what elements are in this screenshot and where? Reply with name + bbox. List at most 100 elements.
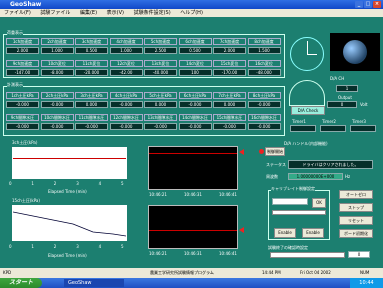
top_panel-label-1-5: 14ch変位 [178, 60, 212, 67]
globe-image [330, 33, 380, 71]
mid_panel-label-0-4: 5ch土圧kPa [144, 92, 177, 99]
mid_panel-label-0-2: 3ch土圧kPa [75, 92, 108, 99]
top_panel-label-0-0: 1ch加速度 [6, 38, 39, 45]
timer2-label: Timer2 [322, 119, 336, 124]
chart2ticks-4: 4 [98, 244, 102, 249]
mid_panel-label-0-0: 1ch土圧kPa [6, 92, 39, 99]
status-center: 農業工学研究所試験情報プログラム [150, 270, 214, 275]
minimize-button[interactable]: _ [355, 1, 363, 8]
window-title: GeoShaw [10, 1, 42, 8]
output-label: Output [338, 95, 352, 100]
timer3-label: Timer3 [352, 119, 366, 124]
top_panel-label-1-4: 13ch変位 [144, 60, 177, 67]
mid_panel-value-1-5: -0.000 [178, 123, 212, 130]
gauge-icon [289, 80, 325, 106]
scope1ticks-0: 10:46:21 [149, 192, 167, 197]
timer1-value [290, 125, 316, 132]
load-panel-title: 荷重表示 [7, 30, 23, 36]
chart2ticks-3: 3 [76, 244, 79, 249]
output-value[interactable]: 0 [327, 101, 357, 108]
taskbar-app[interactable]: GeoShaw [64, 279, 124, 287]
board-init-button[interactable]: ボード初期化 [339, 229, 373, 238]
chart1-title: 3ch土圧(kPa) [12, 140, 38, 145]
status-field: ドライバはクリアされました。 [288, 160, 373, 169]
scope1ticks-2: 10:46:41 [219, 192, 237, 197]
top_panel-value-1-4: -40.000 [144, 69, 177, 76]
mid_panel-label-0-7: 8ch土圧kPa [247, 92, 281, 99]
chart1ticks-0: 0 [9, 181, 12, 186]
enable-button-1[interactable]: Enable [274, 228, 296, 238]
timer2-value [320, 125, 346, 132]
mid_panel-value-0-4: 0.000 [144, 101, 177, 108]
top_panel-label-1-1: 10ch変位 [40, 60, 74, 67]
scope1 [148, 146, 238, 190]
taskbar: スタート GeoShaw 10:44 [0, 278, 383, 288]
chart1-line [13, 158, 126, 159]
top_panel-label-0-1: 2ch加速度 [40, 38, 74, 45]
menu-edit[interactable]: 編集(E) [80, 10, 97, 16]
mid_panel-value-1-6: -0.000 [213, 123, 246, 130]
top_panel-value-1-6: -170.00 [213, 69, 246, 76]
freq-label: 周波数 [266, 174, 278, 179]
top_panel-value-0-2: 0.500 [75, 47, 108, 54]
menu-test-file[interactable]: 試験ファイル [40, 10, 70, 16]
scope2ticks-2: 10:46:41 [219, 251, 237, 256]
status-panel-title: D/A ハンドル(内部機能) [284, 141, 328, 146]
scope2 [148, 205, 238, 249]
enable-button-2[interactable]: Enable [302, 228, 324, 238]
menu-view[interactable]: 表示(V) [107, 10, 124, 16]
chart1ticks-4: 4 [98, 181, 102, 186]
top_panel-value-0-5: 0.500 [178, 47, 212, 54]
chart2ticks-1: 1 [31, 244, 34, 249]
counter-value[interactable]: 0 [348, 251, 370, 258]
freq-field[interactable]: 1.00000000E+000 [288, 173, 343, 180]
mid_panel-label-1-1: 10ch間隙水圧 [40, 114, 74, 121]
menu-help[interactable]: ヘルプ(H) [180, 10, 203, 16]
stop-button[interactable]: ストップ [339, 203, 373, 212]
top_panel-label-0-5: 6ch加速度 [178, 38, 212, 45]
status-num: NUM [360, 270, 370, 275]
chart1ticks-2: 2 [53, 181, 57, 186]
reset-button[interactable]: リセット [339, 216, 373, 225]
mid_panel-label-1-0: 9ch間隙水圧 [6, 114, 39, 121]
menu-file[interactable]: ファイル(F) [4, 10, 31, 16]
close-button[interactable]: × [373, 1, 381, 8]
status-left: KPD [3, 270, 12, 275]
chart2-xlabel: Elapsed Time (min) [48, 253, 87, 258]
scope2ticks-1: 10:46:31 [184, 251, 202, 256]
chart1-xlabel: Elapsed Time (min) [48, 189, 87, 194]
top_panel-value-0-4: 2.500 [144, 47, 177, 54]
mid_panel-label-0-6: 7ch土圧kPa [213, 92, 246, 99]
maximize-button[interactable]: □ [364, 1, 372, 8]
top_panel-label-1-0: 9ch加速度 [6, 60, 39, 67]
top_panel-value-1-3: -42.00 [109, 69, 143, 76]
menu-settings[interactable]: 試験条件設定(S) [134, 10, 171, 16]
chart2-title: 15ch土圧(kPa) [12, 198, 40, 203]
mid_panel-value-1-4: -0.000 [144, 123, 177, 130]
mid_panel-value-0-3: -0.000 [109, 101, 143, 108]
top_panel-value-1-1: -8.000 [40, 69, 74, 76]
chart2 [12, 205, 127, 241]
chart1ticks-1: 1 [31, 181, 34, 186]
run-button[interactable]: 制御開始 [265, 147, 285, 156]
scope2ticks-0: 10:46:21 [149, 251, 167, 256]
da-check-button[interactable]: D/A Check [291, 106, 325, 115]
top_panel-label-0-7: 8ch加速度 [247, 38, 281, 45]
status-date: Fri Oct 04 2002 [300, 270, 331, 275]
clock-icon [290, 37, 324, 71]
timer1-label: Timer1 [292, 119, 306, 124]
start-button[interactable]: スタート [0, 278, 42, 288]
control-value[interactable] [272, 198, 308, 205]
auto-zero-button[interactable]: オートゼロ [339, 190, 373, 199]
mid_panel-value-0-7: -0.000 [247, 101, 281, 108]
top_panel-label-0-4: 5ch加速度 [144, 38, 177, 45]
mid_panel-value-0-1: -0.000 [40, 101, 74, 108]
measure-panel-title: 計測表示 [7, 82, 23, 88]
mid_panel-label-0-1: 2ch土圧kPa [40, 92, 74, 99]
ok-button[interactable]: OK [312, 198, 326, 208]
da-ch-value[interactable]: 1 [336, 85, 358, 92]
control-slider[interactable] [272, 210, 326, 215]
counter-slider[interactable] [270, 252, 345, 258]
mid_panel-label-1-4: 13ch間隙水圧 [144, 114, 177, 121]
counter-label: 試験終了の確認時設定 [268, 245, 308, 250]
